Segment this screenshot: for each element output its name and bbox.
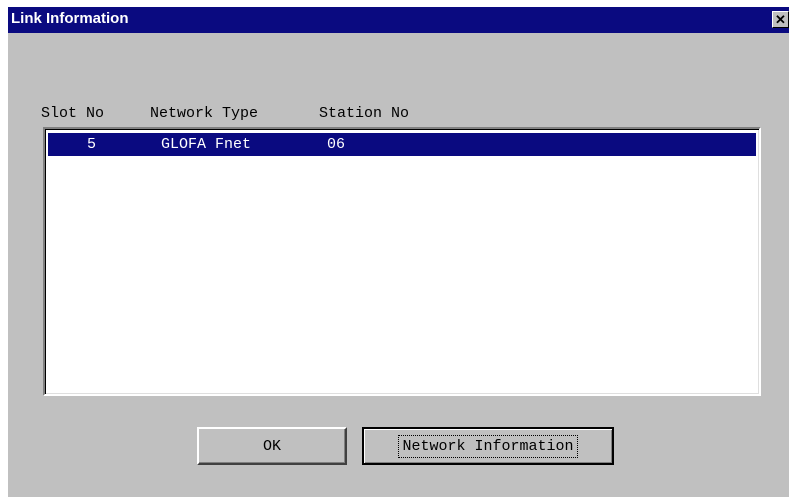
close-button[interactable]: ✕	[772, 11, 789, 28]
ok-button[interactable]: OK	[197, 427, 347, 465]
title-bar[interactable]: Link Information ✕	[8, 7, 789, 33]
list-column-headers: Slot No Network Type Station No	[8, 105, 789, 125]
column-header-slot-no: Slot No	[41, 105, 105, 122]
network-information-button-label: Network Information	[398, 434, 578, 458]
ok-button-label: OK	[262, 437, 281, 455]
list-item-network-type: GLOFA Fnet	[161, 136, 252, 153]
close-icon: ✕	[775, 12, 786, 27]
list-item-station-no: 06	[327, 136, 346, 153]
network-information-button[interactable]: Network Information	[362, 427, 614, 465]
window-title: Link Information	[11, 10, 129, 27]
column-header-network-type: Network Type	[150, 105, 259, 122]
link-information-dialog: Link Information ✕ Slot No Network Type …	[8, 7, 789, 497]
column-header-station-no: Station No	[319, 105, 410, 122]
list-item-slot-no: 5	[87, 136, 97, 153]
list-item[interactable]: 5 GLOFA Fnet 06	[48, 133, 756, 156]
link-list[interactable]: 5 GLOFA Fnet 06	[43, 127, 761, 396]
